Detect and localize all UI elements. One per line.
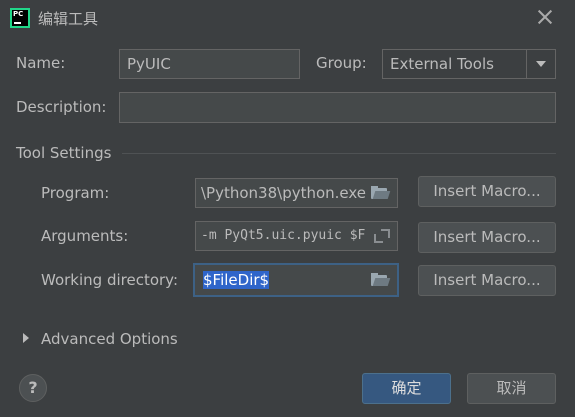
working-directory-label: Working directory:	[41, 271, 179, 289]
advanced-options-toggle[interactable]: Advanced Options	[41, 330, 178, 348]
chevron-right-icon[interactable]	[23, 333, 29, 343]
help-icon[interactable]: ?	[19, 374, 47, 402]
expand-icon[interactable]	[374, 229, 390, 243]
name-label: Name:	[16, 54, 66, 72]
section-divider	[122, 153, 556, 154]
pycharm-app-icon: PC	[10, 8, 30, 28]
program-field[interactable]: \Python38\python.exe	[195, 178, 398, 208]
ok-button[interactable]: 确定	[362, 373, 451, 404]
working-directory-field[interactable]: $FileDir$	[193, 263, 399, 297]
insert-macro-program-button[interactable]: Insert Macro...	[418, 176, 556, 207]
group-combobox[interactable]: External Tools	[382, 49, 556, 79]
tool-settings-heading: Tool Settings	[16, 144, 112, 162]
program-label: Program:	[41, 184, 110, 202]
group-label: Group:	[316, 54, 367, 72]
arguments-label: Arguments:	[41, 227, 129, 245]
folder-icon[interactable]	[371, 273, 391, 286]
description-label: Description:	[16, 98, 107, 116]
window-title: 编辑工具	[38, 10, 99, 28]
app-icon-text: PC	[13, 10, 24, 18]
arguments-value: -m PyQt5.uic.pyuic $F	[201, 228, 366, 243]
arguments-field[interactable]: -m PyQt5.uic.pyuic $F	[195, 221, 398, 251]
name-field[interactable]: PyUIC	[119, 49, 300, 79]
chevron-down-icon	[536, 61, 546, 67]
insert-macro-working-directory-button[interactable]: Insert Macro...	[418, 265, 556, 296]
cancel-button[interactable]: 取消	[467, 373, 556, 404]
description-field[interactable]	[119, 92, 556, 123]
folder-icon[interactable]	[371, 186, 391, 199]
insert-macro-arguments-button[interactable]: Insert Macro...	[418, 222, 556, 253]
group-dropdown-button[interactable]	[526, 50, 555, 78]
group-value: External Tools	[390, 55, 494, 73]
close-icon[interactable]	[536, 8, 554, 26]
working-directory-value: $FileDir$	[203, 271, 270, 289]
program-value: \Python38\python.exe	[201, 184, 367, 202]
